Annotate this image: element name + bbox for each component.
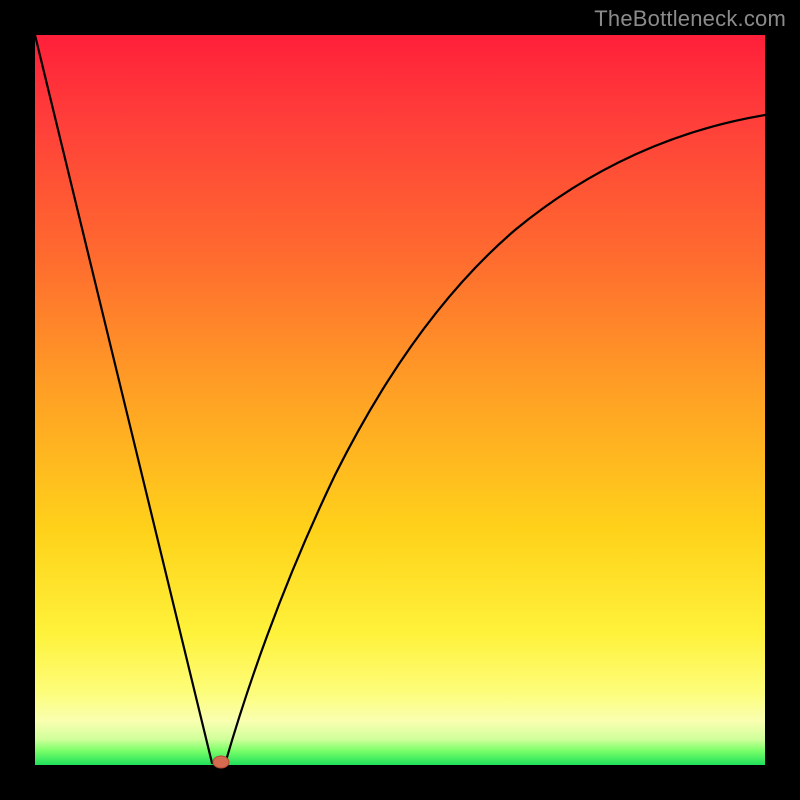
min-marker <box>213 756 229 768</box>
curve-right-branch <box>225 115 765 764</box>
curve-layer <box>35 35 765 765</box>
curve-left-branch <box>35 35 212 763</box>
watermark-text: TheBottleneck.com <box>594 6 786 32</box>
chart-frame: TheBottleneck.com <box>0 0 800 800</box>
plot-area <box>35 35 765 765</box>
